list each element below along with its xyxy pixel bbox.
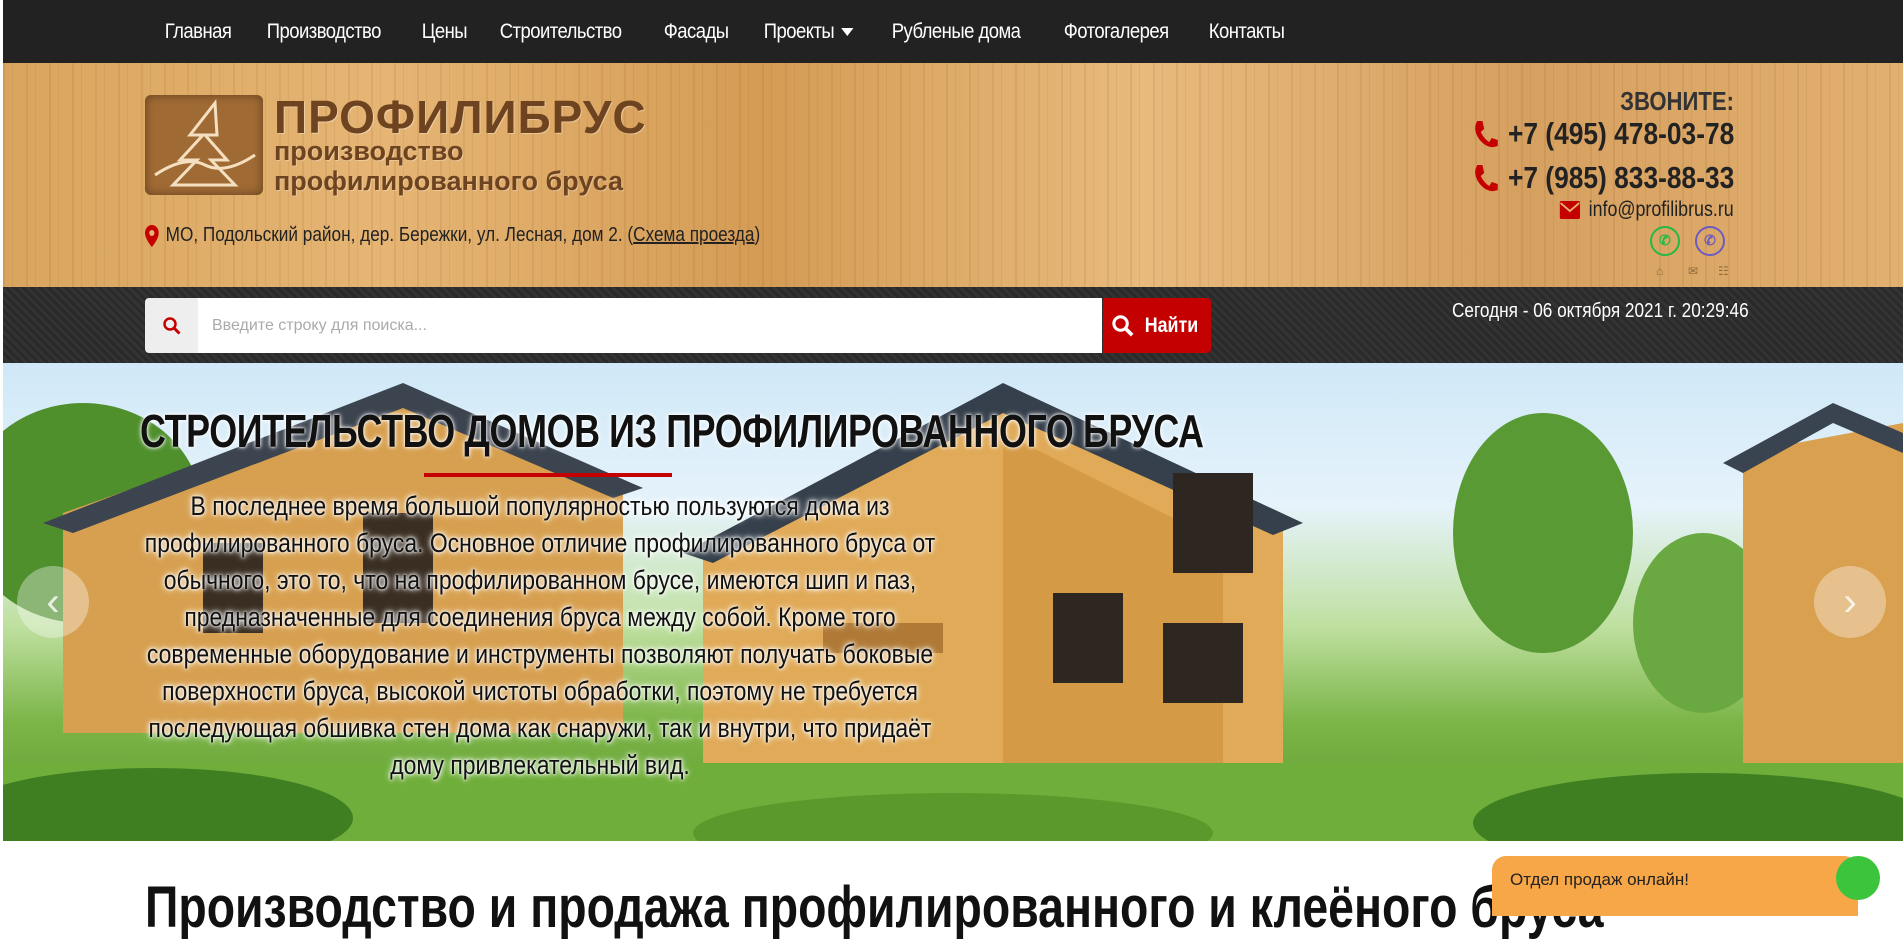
phone-1[interactable]: +7 (495) 478-03-78 [1470, 116, 1734, 152]
chat-label: Отдел продаж онлайн! [1510, 870, 1689, 889]
current-datetime: Сегодня - 06 октября 2021 г. 20:29:46 [1452, 300, 1749, 322]
hero-text: В последнее время большой популярностью … [144, 491, 936, 780]
search-button-label: Найти [1144, 313, 1198, 337]
nav-item-log-houses[interactable]: Рубленые дома [875, 20, 1037, 44]
pine-tree-icon [154, 98, 256, 187]
chat-status-icon [1836, 856, 1880, 900]
search-icon [145, 298, 198, 353]
phone-2[interactable]: +7 (985) 833-88-33 [1470, 160, 1734, 196]
chevron-right-icon: › [1843, 579, 1857, 624]
search-icon [1111, 314, 1133, 336]
map-pin-icon [145, 224, 159, 247]
nav-item-production[interactable]: Производство [250, 20, 398, 44]
call-label: ЗВОНИТЕ: [1620, 86, 1734, 116]
address-text: МО, Подольский район, дер. Бережки, ул. … [165, 224, 623, 246]
nav-item-contacts[interactable]: Контакты [1192, 20, 1301, 44]
slider-next-button[interactable]: › [1814, 566, 1886, 638]
nav-menu: Главная Производство Цены Строительство … [148, 0, 1304, 63]
envelope-icon [1559, 201, 1581, 219]
search-button[interactable]: Найти [1103, 298, 1211, 353]
top-nav: Главная Производство Цены Строительство … [3, 0, 1903, 63]
chevron-left-icon: ‹ [46, 579, 60, 624]
hero-divider [424, 473, 672, 477]
nav-item-home[interactable]: Главная [148, 20, 248, 44]
whatsapp-icon[interactable]: ✆ [1650, 226, 1680, 256]
phone-icon [1474, 121, 1498, 148]
nav-item-projects-label: Проекты [763, 19, 835, 43]
nav-item-facades[interactable]: Фасады [647, 20, 745, 44]
section-heading: Производство и продажа профилированного … [145, 875, 1604, 940]
brand-tagline-1: производство [274, 136, 464, 166]
nav-item-construction[interactable]: Строительство [483, 20, 638, 44]
logo[interactable] [145, 95, 263, 195]
nav-item-prices[interactable]: Цены [405, 20, 484, 44]
email-link[interactable]: info@profilibrus.ru [1559, 198, 1734, 222]
phone-1-text: +7 (495) 478-03-78 [1507, 116, 1734, 151]
map-link[interactable]: Схема проезда [633, 224, 754, 246]
search-input[interactable] [198, 298, 1102, 353]
viber-icon[interactable]: ✆ [1695, 226, 1725, 256]
chat-widget[interactable]: Отдел продаж онлайн! [1492, 856, 1858, 916]
phone-2-text: +7 (985) 833-88-33 [1507, 160, 1734, 195]
slider-prev-button[interactable]: ‹ [17, 566, 89, 638]
email-text: info@profilibrus.ru [1588, 198, 1734, 221]
mail-icon[interactable]: ✉ [1688, 264, 1698, 278]
nav-item-gallery[interactable]: Фотогалерея [1047, 20, 1185, 44]
chevron-down-icon [841, 27, 854, 36]
address: МО, Подольский район, дер. Бережки, ул. … [145, 224, 760, 247]
nav-item-projects[interactable]: Проекты [747, 20, 870, 44]
home-icon[interactable]: ⌂ [1656, 264, 1663, 278]
hero-title: СТРОИТЕЛЬСТВО ДОМОВ ИЗ ПРОФИЛИРОВАННОГО … [140, 405, 1204, 457]
sitemap-icon[interactable]: ☷ [1718, 264, 1729, 278]
phone-icon [1474, 165, 1498, 192]
brand-tagline-2: профилированного бруса [274, 166, 624, 196]
